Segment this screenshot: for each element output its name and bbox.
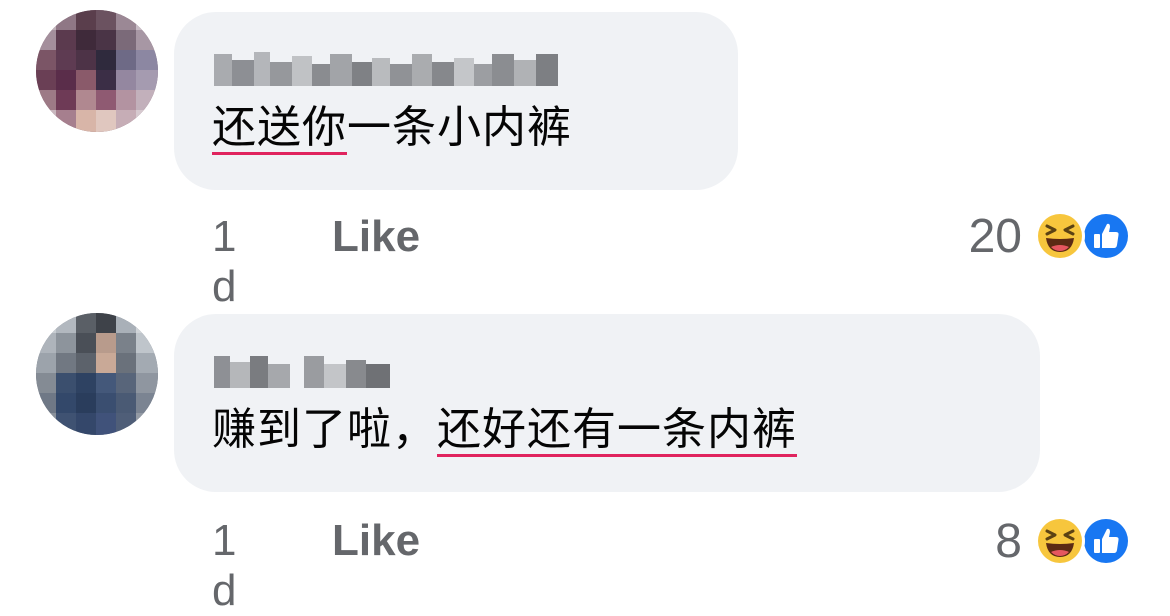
comment-text-rest: 一条小内裤	[347, 102, 572, 153]
like-thumb-icon	[1080, 515, 1132, 567]
reactions-summary[interactable]: 20	[969, 208, 1134, 264]
comment-bubble: 还送你一条小内裤	[174, 12, 738, 190]
reaction-count: 8	[995, 514, 1022, 568]
like-button[interactable]: Like	[332, 516, 420, 566]
comment-text-underlined: 还送你	[212, 102, 347, 153]
haha-icon	[1034, 515, 1086, 567]
reactions-summary[interactable]: 8	[995, 513, 1134, 569]
comment-text: 赚到了啦，还好还有一条内裤	[212, 400, 797, 460]
comment-2: 赚到了啦，还好还有一条内裤 1 d Like 8	[0, 300, 1170, 615]
comment-1: 还送你一条小内裤 1 d Like 20	[0, 0, 1170, 311]
like-button[interactable]: Like	[332, 212, 420, 262]
like-thumb-icon	[1080, 210, 1132, 262]
commenter-name-blurred[interactable]	[214, 50, 564, 90]
comment-text-underlined: 还好还有一条内裤	[437, 404, 797, 455]
avatar[interactable]	[36, 10, 158, 132]
comment-bubble: 赚到了啦，还好还有一条内裤	[174, 314, 1040, 492]
haha-icon	[1034, 210, 1086, 262]
avatar[interactable]	[36, 313, 158, 435]
comment-timestamp[interactable]: 1 d	[212, 516, 239, 616]
reaction-count: 20	[968, 209, 1022, 263]
comment-timestamp[interactable]: 1 d	[212, 212, 239, 312]
comment-text: 还送你一条小内裤	[212, 98, 572, 158]
reaction-icons	[1034, 210, 1134, 262]
commenter-name-blurred[interactable]	[214, 352, 390, 392]
reaction-icons	[1034, 515, 1134, 567]
comment-text-plain: 赚到了啦，	[212, 404, 437, 455]
